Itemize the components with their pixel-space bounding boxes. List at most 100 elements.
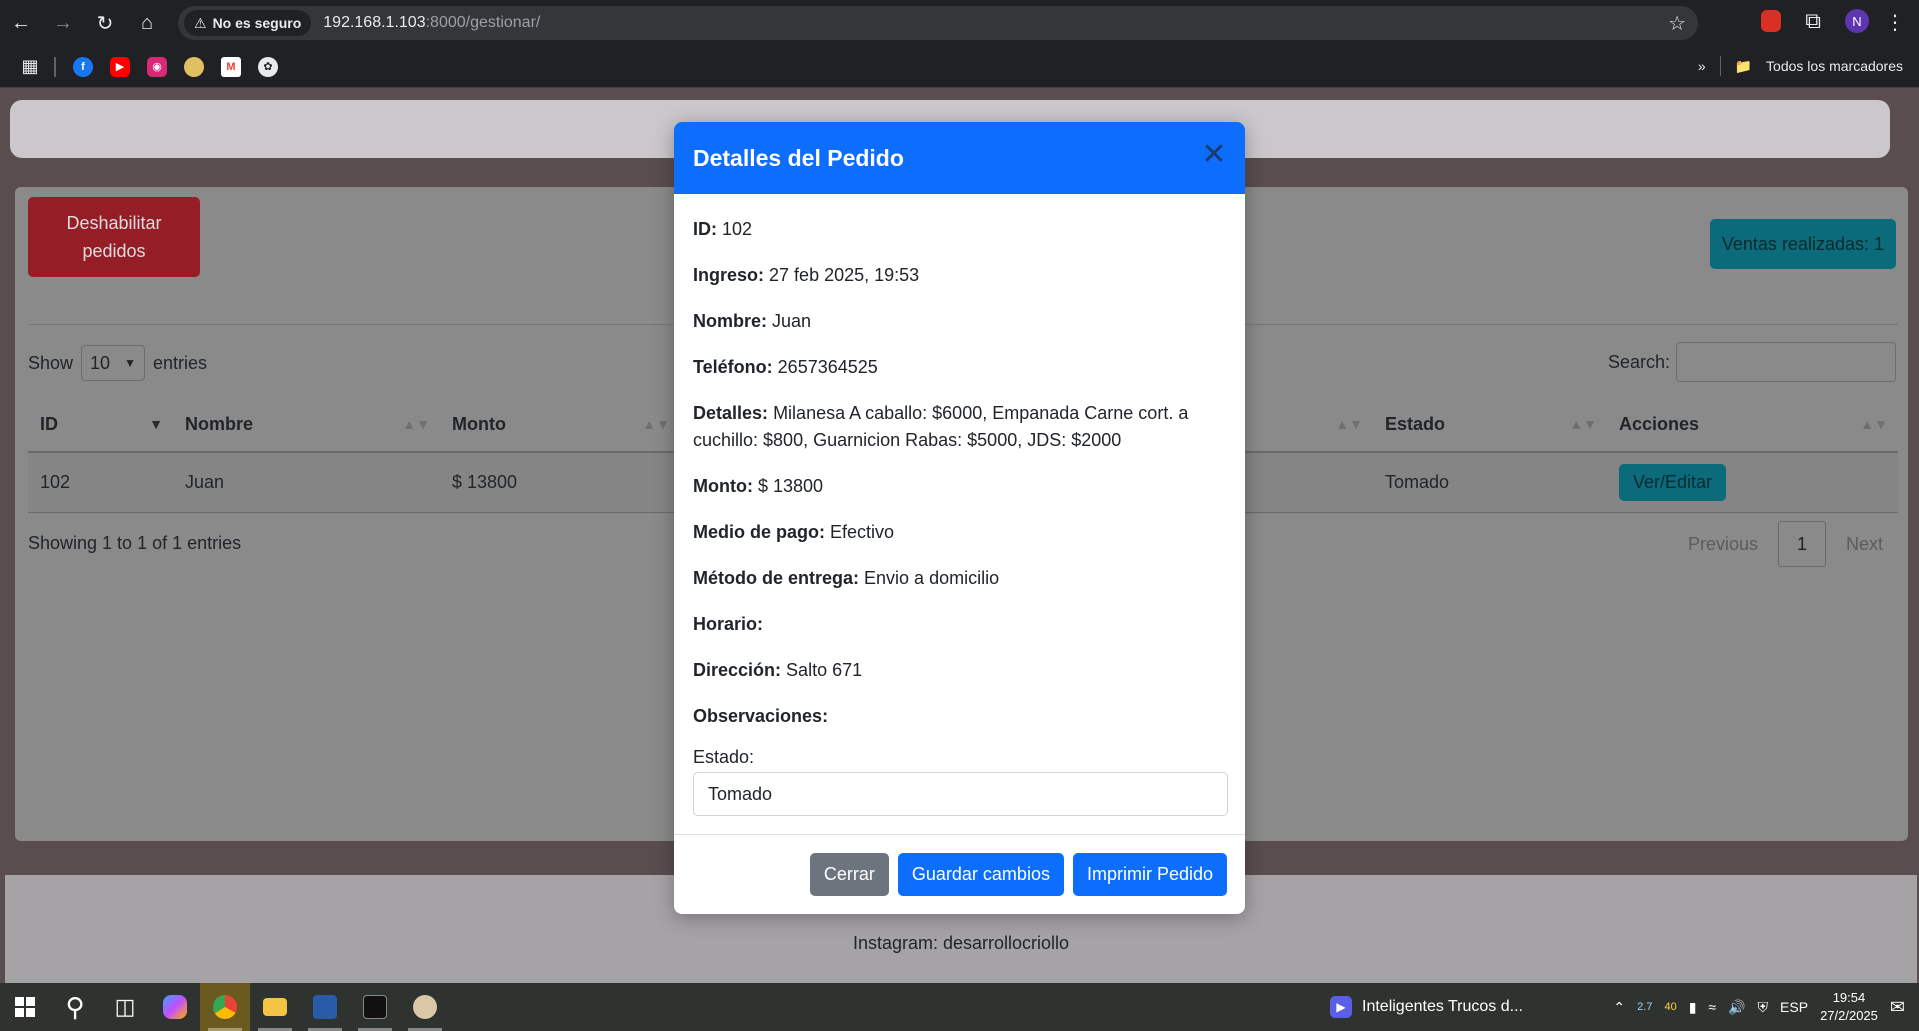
sort-icon: ▲▼: [1860, 416, 1888, 432]
modal-body: ID: 102 Ingreso: 27 feb 2025, 19:53 Nomb…: [674, 194, 1245, 816]
browser-menu-icon[interactable]: ⋮: [1885, 10, 1905, 35]
bookmarks-right: » 📁 Todos los marcadores: [1698, 56, 1903, 76]
apps-grid-icon[interactable]: ▦: [20, 56, 40, 77]
field-label: Observaciones:: [693, 706, 829, 726]
home-icon[interactable]: ⌂: [126, 3, 168, 43]
field-label: Nombre:: [693, 311, 768, 331]
column-header-nombre[interactable]: Nombre ▲▼: [173, 397, 440, 451]
modal-footer: Cerrar Guardar cambios Imprimir Pedido: [674, 834, 1245, 914]
field-label: Dirección:: [693, 660, 782, 680]
bookmark-star-icon[interactable]: ☆: [1668, 11, 1686, 36]
notifications-icon[interactable]: ✉: [1890, 997, 1905, 1018]
column-header-monto[interactable]: Monto ▲▼: [440, 397, 680, 451]
sales-count-badge: Ventas realizadas: 1: [1709, 219, 1896, 269]
field-label: Método de entrega:: [693, 568, 860, 588]
sort-desc-icon: ▼: [149, 416, 163, 432]
disable-orders-button[interactable]: Deshabilitar pedidos: [28, 197, 200, 277]
field-value: $ 13800: [757, 476, 824, 496]
chevron-down-icon: ▼: [124, 356, 136, 370]
copilot-icon[interactable]: [150, 983, 200, 1031]
extensions-puzzle-icon[interactable]: ⧉: [1805, 8, 1821, 34]
wifi-icon[interactable]: ≈: [1708, 999, 1716, 1015]
column-label: Estado: [1385, 413, 1446, 434]
view-edit-button[interactable]: Ver/Editar: [1619, 464, 1727, 501]
terminal-icon[interactable]: [350, 983, 400, 1031]
estado-select[interactable]: Tomado: [693, 772, 1228, 816]
sort-icon: ▲▼: [642, 416, 670, 432]
back-arrow-icon[interactable]: ←: [0, 3, 42, 43]
field-value: 102: [722, 219, 753, 239]
order-details-modal: Detalles del Pedido ✕ ID: 102 Ingreso: 2…: [674, 122, 1245, 914]
column-label: Nombre: [185, 413, 254, 434]
powershell-icon[interactable]: [300, 983, 350, 1031]
close-icon[interactable]: ✕: [1199, 140, 1229, 170]
browser-toolbar: ← → ↻ ⌂ ⚠ No es seguro 192.168.1.103:800…: [0, 0, 1919, 46]
search-label: Search:: [1607, 351, 1670, 372]
security-chip[interactable]: ⚠ No es seguro: [184, 10, 312, 36]
column-header-estado[interactable]: Estado ▲▼: [1373, 397, 1607, 451]
extension-red-icon[interactable]: [1761, 10, 1782, 32]
field-value: 2657364525: [777, 357, 878, 377]
pagination: Previous 1 Next: [1688, 521, 1883, 567]
clock[interactable]: 19:54 27/2/2025: [1820, 989, 1878, 1025]
cell-acciones: Ver/Editar: [1607, 453, 1898, 512]
cell-estado: Tomado: [1385, 472, 1450, 492]
field-label: Horario:: [693, 614, 764, 634]
table-search: Search:: [1608, 342, 1896, 382]
media-title: Inteligentes Trucos d...: [1362, 998, 1523, 1015]
show-label: Show: [28, 352, 74, 373]
more-bookmarks-icon[interactable]: »: [1698, 58, 1706, 74]
sort-icon: ▲▼: [1569, 416, 1597, 432]
youtube-icon[interactable]: ▶: [110, 56, 130, 77]
field-value: Salto 671: [786, 660, 863, 680]
estado-label: Estado:: [693, 747, 755, 767]
page-1-button[interactable]: 1: [1777, 521, 1826, 567]
forward-arrow-icon[interactable]: →: [42, 3, 84, 43]
battery-icon[interactable]: ▮: [1689, 999, 1697, 1016]
search-input[interactable]: [1676, 342, 1896, 382]
field-detalles: Detalles: Milanesa A caballo: $6000, Emp…: [693, 400, 1226, 454]
column-header-acciones[interactable]: Acciones ▲▼: [1607, 397, 1898, 451]
profile-avatar[interactable]: N: [1845, 9, 1869, 33]
chatgpt-icon[interactable]: ✿: [258, 56, 278, 77]
bookmarks-right-separator: [1719, 56, 1721, 76]
file-explorer-icon[interactable]: [250, 983, 300, 1031]
next-page-button[interactable]: Next: [1846, 534, 1883, 555]
security-shield-icon[interactable]: ⛨: [1758, 999, 1769, 1016]
windows-start-icon[interactable]: [0, 983, 50, 1031]
close-button[interactable]: Cerrar: [809, 853, 889, 896]
media-widget[interactable]: ▶ Inteligentes Trucos d...: [1330, 983, 1523, 1031]
previous-page-button[interactable]: Previous: [1688, 534, 1758, 555]
column-header-id[interactable]: ID ▼: [28, 397, 173, 451]
facebook-icon[interactable]: f: [73, 56, 93, 77]
field-nombre: Nombre: Juan: [693, 308, 1226, 335]
bookmarks-bar: ▦ f ▶ ◉ M ✿ » 📁 Todos los marcadores: [0, 46, 1919, 88]
tray-overflow-chevron-icon[interactable]: ⌃: [1613, 999, 1625, 1016]
field-monto: Monto: $ 13800: [693, 473, 1226, 500]
url-path: :8000/gestionar/: [425, 14, 541, 31]
save-changes-button[interactable]: Guardar cambios: [897, 853, 1064, 896]
volume-icon[interactable]: 🔊: [1728, 999, 1745, 1016]
task-view-icon[interactable]: ◫: [100, 983, 150, 1031]
gmail-icon[interactable]: M: [221, 56, 241, 77]
search-icon[interactable]: ⚲: [50, 983, 100, 1031]
all-bookmarks-label[interactable]: Todos los marcadores: [1766, 58, 1903, 74]
clock-time: 19:54: [1832, 990, 1866, 1005]
table-info: Showing 1 to 1 of 1 entries: [28, 533, 242, 553]
folder-icon: 📁: [1734, 57, 1753, 74]
field-value: Milanesa A caballo: $6000, Empanada Carn…: [693, 403, 1189, 450]
tray-value-2: 40: [1664, 1001, 1677, 1013]
entries-select-value: 10: [90, 352, 111, 373]
reload-icon[interactable]: ↻: [84, 3, 126, 43]
field-observaciones: Observaciones:: [693, 703, 1226, 730]
instagram-icon[interactable]: ◉: [147, 56, 167, 77]
field-label: ID:: [693, 219, 717, 239]
entries-select[interactable]: 10 ▼: [81, 345, 146, 381]
print-order-button[interactable]: Imprimir Pedido: [1072, 853, 1227, 896]
language-indicator[interactable]: ESP: [1780, 999, 1808, 1015]
chrome-taskbar-icon[interactable]: [200, 983, 250, 1031]
bookmark-site-icon[interactable]: [184, 56, 204, 77]
address-bar[interactable]: ⚠ No es seguro 192.168.1.103:8000/gestio…: [178, 6, 1698, 40]
url-text[interactable]: 192.168.1.103:8000/gestionar/: [323, 14, 540, 32]
paint-icon[interactable]: [400, 983, 450, 1031]
